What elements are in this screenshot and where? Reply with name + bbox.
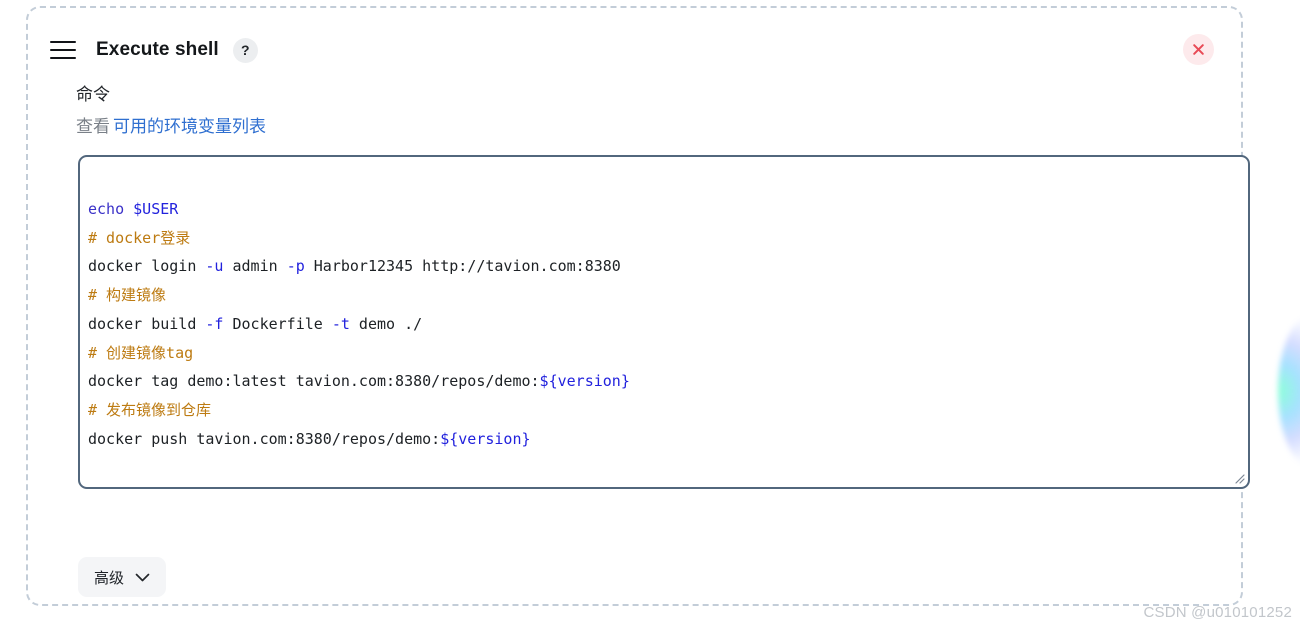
code-token: docker build	[88, 314, 206, 333]
code-token: docker push tavion.com:8380/repos/demo:	[88, 429, 441, 448]
edge-gradient-artifact	[1278, 316, 1300, 466]
code-token: Dockerfile	[223, 314, 332, 333]
command-textarea[interactable]: echo $USER # docker登录 docker login -u admi…	[78, 155, 1250, 489]
code-line: echo $USER	[88, 195, 1238, 224]
code-token: -f	[205, 314, 224, 333]
code-token: # 创建镜像tag	[88, 343, 194, 362]
code-token: docker tag demo:latest tavion.com:8380/r…	[88, 372, 540, 391]
command-code-content[interactable]: echo $USER # docker登录 docker login -u admi…	[88, 195, 1238, 453]
code-token: ${version}	[539, 372, 630, 391]
code-token: # docker登录	[88, 228, 191, 247]
code-line: docker build -f Dockerfile -t demo ./	[88, 310, 1238, 339]
page-title: Execute shell	[96, 39, 219, 60]
code-token: ${version}	[440, 429, 531, 448]
env-vars-hint: 查看 可用的环境变量列表	[76, 116, 266, 139]
code-token: -u	[205, 257, 224, 276]
panel-header: Execute shell ?	[50, 30, 1219, 70]
code-line: # 构建镜像	[88, 281, 1238, 310]
code-token: Harbor12345 http://tavion.com:8380	[304, 257, 621, 276]
command-label: 命令	[76, 85, 110, 104]
code-token: # 构建镜像	[88, 286, 167, 305]
code-line: docker push tavion.com:8380/repos/demo:$…	[88, 425, 1238, 454]
help-icon[interactable]: ?	[232, 37, 258, 63]
code-token: echo	[88, 200, 125, 218]
close-button[interactable]	[1183, 34, 1214, 65]
watermark: CSDN @u010101252	[1143, 604, 1292, 621]
close-icon	[1192, 43, 1205, 56]
code-line: # docker登录	[88, 224, 1238, 253]
code-line: # 发布镜像到仓库	[88, 396, 1238, 425]
code-line: docker tag demo:latest tavion.com:8380/r…	[88, 367, 1238, 396]
code-token: demo ./	[349, 314, 423, 333]
hamburger-icon[interactable]	[50, 41, 76, 59]
code-token: -t	[331, 314, 350, 333]
code-token: docker login	[88, 257, 206, 276]
code-token: # 发布镜像到仓库	[88, 400, 212, 419]
env-vars-link[interactable]: 可用的环境变量列表	[113, 117, 266, 136]
code-line: # 创建镜像tag	[88, 339, 1238, 368]
code-token: -p	[286, 257, 305, 276]
execute-shell-panel: Execute shell ? 命令 查看 可用的环境变量列表 echo $USE…	[26, 6, 1250, 606]
advanced-button[interactable]: 高级	[78, 557, 167, 597]
code-line: docker login -u admin -p Harbor12345 htt…	[88, 252, 1238, 281]
chevron-down-icon	[135, 569, 150, 586]
hint-prefix-text: 查看	[76, 117, 110, 136]
advanced-button-label: 高级	[94, 569, 125, 587]
code-token: admin	[223, 257, 287, 276]
code-token: $USER	[133, 200, 179, 218]
resize-handle-icon[interactable]	[1232, 471, 1245, 484]
